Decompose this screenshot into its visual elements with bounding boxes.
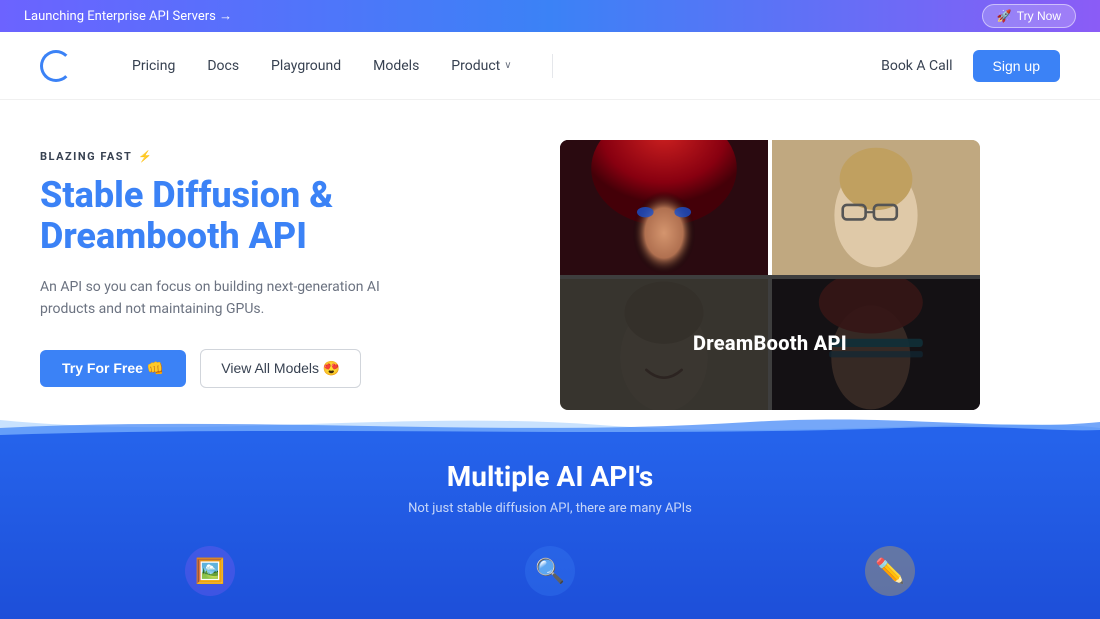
blue-section-title: Multiple AI API's	[447, 460, 653, 493]
nav-book-call[interactable]: Book A Call	[881, 58, 952, 74]
image-cell-glasses-person	[772, 140, 980, 275]
hero-section: BLAZING FAST ⚡ Stable Diffusion & Dreamb…	[0, 100, 1100, 410]
top-banner: Launching Enterprise API Servers → 🚀 Try…	[0, 0, 1100, 32]
feature-icons-row: 🖼️ 🔍 ✏️	[40, 536, 1060, 596]
edit-icon: ✏️	[875, 557, 905, 585]
nav-pricing[interactable]: Pricing	[132, 58, 175, 74]
dreambooth-overlay: DreamBooth API	[560, 275, 980, 410]
try-now-label: Try Now	[1017, 9, 1061, 23]
logo[interactable]	[40, 50, 72, 82]
main-nav: Pricing Docs Playground Models Product ∨…	[0, 32, 1100, 100]
wave-container	[0, 410, 1100, 440]
nav-divider	[552, 54, 553, 78]
nav-models[interactable]: Models	[373, 58, 419, 74]
hero-description: An API so you can focus on building next…	[40, 276, 380, 321]
feature-search-item: 🔍	[525, 546, 575, 596]
search-icon: 🔍	[535, 557, 565, 585]
blue-section: Multiple AI API's Not just stable diffus…	[0, 440, 1100, 619]
nav-links: Pricing Docs Playground Models Product ∨	[132, 54, 881, 78]
hero-content: BLAZING FAST ⚡ Stable Diffusion & Dreamb…	[40, 140, 520, 388]
hero-title: Stable Diffusion & Dreambooth API	[40, 175, 520, 258]
image-cell-red-hair	[560, 140, 768, 275]
blazing-badge: BLAZING FAST ⚡	[40, 150, 520, 163]
search-feature-icon: 🔍	[525, 546, 575, 596]
nav-playground[interactable]: Playground	[271, 58, 341, 74]
dreambooth-label: DreamBooth API	[693, 331, 847, 355]
try-free-button[interactable]: Try For Free 👊	[40, 350, 186, 387]
view-models-button[interactable]: View All Models 😍	[200, 349, 361, 388]
blue-section-subtitle: Not just stable diffusion API, there are…	[408, 501, 692, 516]
lightning-icon: ⚡	[138, 150, 153, 163]
rocket-icon: 🚀	[997, 9, 1012, 23]
feature-edit-item: ✏️	[865, 546, 915, 596]
badge-text: BLAZING FAST	[40, 150, 132, 163]
feature-image-item: 🖼️	[185, 546, 235, 596]
nav-docs[interactable]: Docs	[207, 58, 239, 74]
image-feature-icon: 🖼️	[185, 546, 235, 596]
banner-text: Launching Enterprise API Servers →	[24, 8, 232, 24]
chevron-down-icon: ∨	[504, 60, 511, 71]
edit-feature-icon: ✏️	[865, 546, 915, 596]
product-label: Product	[451, 58, 500, 74]
logo-circle-icon	[40, 50, 72, 82]
image-top-row	[560, 140, 980, 275]
hero-image-grid: DreamBooth API	[560, 140, 980, 410]
image-icon: 🖼️	[195, 557, 225, 585]
try-now-button[interactable]: 🚀 Try Now	[982, 4, 1076, 28]
signup-button[interactable]: Sign up	[973, 50, 1060, 82]
page-wrapper: Launching Enterprise API Servers → 🚀 Try…	[0, 0, 1100, 619]
hero-buttons: Try For Free 👊 View All Models 😍	[40, 349, 520, 388]
nav-right: Book A Call Sign up	[881, 50, 1060, 82]
wave-svg	[0, 410, 1100, 440]
nav-product[interactable]: Product ∨	[451, 58, 511, 74]
